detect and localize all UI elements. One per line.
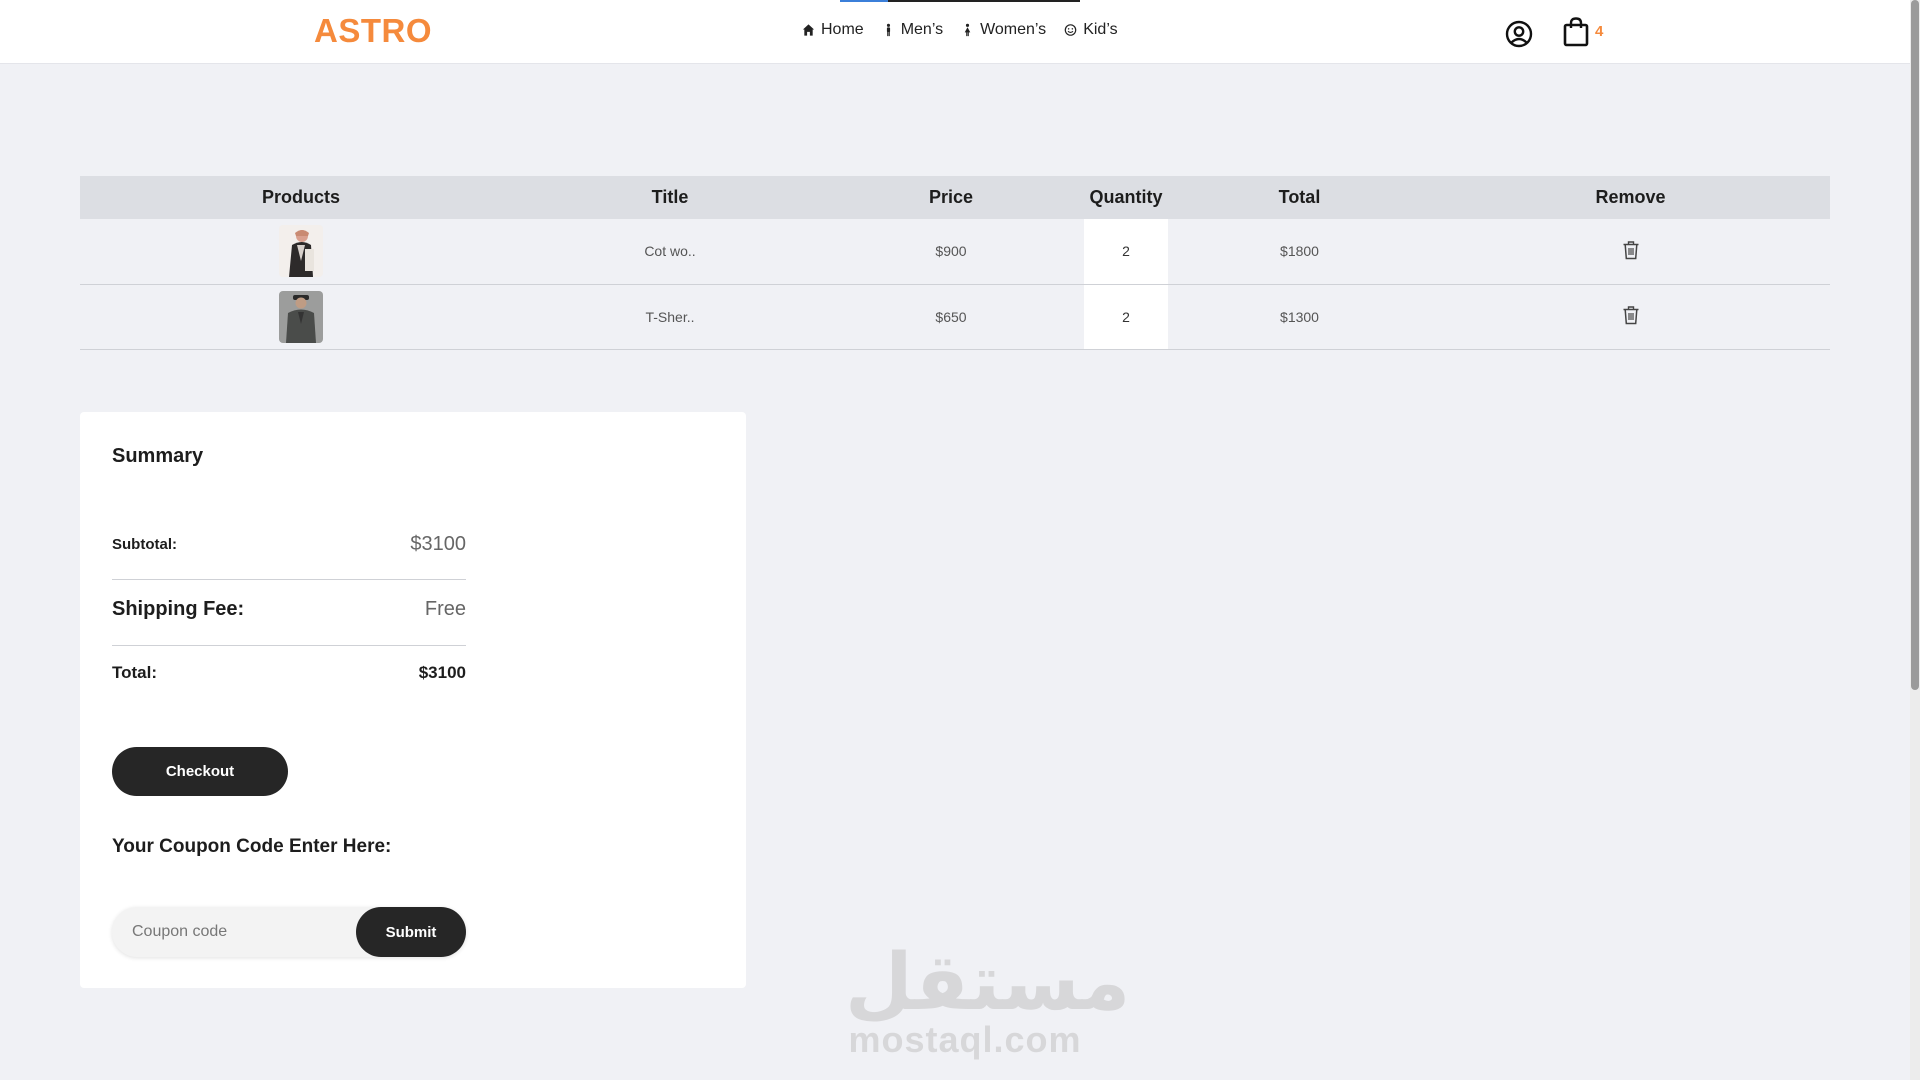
product-image[interactable] [279,290,323,343]
total-label: Total: [112,663,158,682]
summary-title: Summary [112,445,204,467]
table-header-row: Products Title Price Quantity Total Remo… [80,176,1830,219]
subtotal-row: Subtotal: $3100 [112,530,466,558]
table-row: T-Sher.. $650 2 $1300 [80,284,1830,350]
product-price: $650 [818,284,1084,350]
shipping-value: Free [424,597,466,620]
submit-coupon-button[interactable]: Submit [356,907,466,957]
table-row: Cot wo.. $900 2 $1800 [80,219,1830,285]
scrollbar-thumb[interactable] [1911,0,1919,690]
coupon-form: Submit [112,907,466,957]
nav-item-kids[interactable]: Kid’s [1064,21,1118,39]
divider [112,645,466,646]
product-total: $1300 [1168,284,1431,350]
divider [112,579,466,580]
col-header-remove: Remove [1431,176,1830,219]
col-header-quantity: Quantity [1084,176,1168,219]
subtotal-value: $3100 [410,532,466,555]
nav-label-home: Home [821,21,864,38]
nav-progress-bar [840,0,1080,2]
total-row: Total: $3100 [112,660,466,686]
col-header-total: Total [1168,176,1431,219]
main-nav: Home Men’s Women’s Kid’s [802,21,1118,39]
cart-table: Products Title Price Quantity Total Remo… [80,176,1830,350]
product-image[interactable] [279,225,323,278]
user-circle-icon[interactable] [1505,20,1533,48]
shopping-bag-icon [1563,17,1589,47]
remove-cell [1431,219,1830,285]
site-logo[interactable]: ASTRO [314,12,432,50]
product-price: $900 [818,219,1084,285]
nav-item-mens[interactable]: Men’s [882,21,943,39]
product-cell [80,284,522,350]
product-title: Cot wo.. [522,219,818,285]
page-scrollbar[interactable] [1910,0,1920,1080]
nav-item-home[interactable]: Home [802,21,864,39]
shipping-label: Shipping Fee: [112,597,245,620]
coupon-input[interactable] [132,919,352,945]
product-total: $1800 [1168,219,1431,285]
cart-count-badge: 4 [1595,23,1604,40]
home-icon [802,24,815,36]
watermark: مستقل mostaql.com [845,938,1131,1060]
nav-label-womens: Women’s [980,21,1047,38]
product-title: T-Sher.. [522,284,818,350]
shipping-row: Shipping Fee: Free [112,595,466,623]
watermark-latin: mostaql.com [848,1019,1082,1060]
checkout-button[interactable]: Checkout [112,747,288,796]
nav-label-kids: Kid’s [1083,21,1118,38]
woman-icon [964,23,971,37]
product-quantity[interactable]: 2 [1084,219,1168,285]
watermark-arabic: مستقل [845,938,1131,1028]
smile-icon [1064,24,1077,36]
coupon-title: Your Coupon Code Enter Here: [112,836,392,857]
summary-card: Summary Subtotal: $3100 Shipping Fee: Fr… [80,412,746,988]
remove-cell [1431,284,1830,350]
col-header-title: Title [522,176,818,219]
col-header-price: Price [818,176,1084,219]
subtotal-label: Subtotal: [112,535,177,553]
nav-item-womens[interactable]: Women’s [961,21,1046,39]
man-icon [886,23,890,37]
product-cell [80,219,522,285]
total-value: $3100 [418,663,466,682]
site-header: ASTRO Home Men’s Women’s Kid’s 4 [0,0,1910,64]
col-header-products: Products [80,176,522,219]
cart-button[interactable]: 4 [1563,17,1603,47]
trash-icon[interactable] [1622,305,1640,325]
product-quantity[interactable]: 2 [1084,284,1168,350]
trash-icon[interactable] [1622,240,1640,260]
nav-label-mens: Men’s [900,21,944,38]
